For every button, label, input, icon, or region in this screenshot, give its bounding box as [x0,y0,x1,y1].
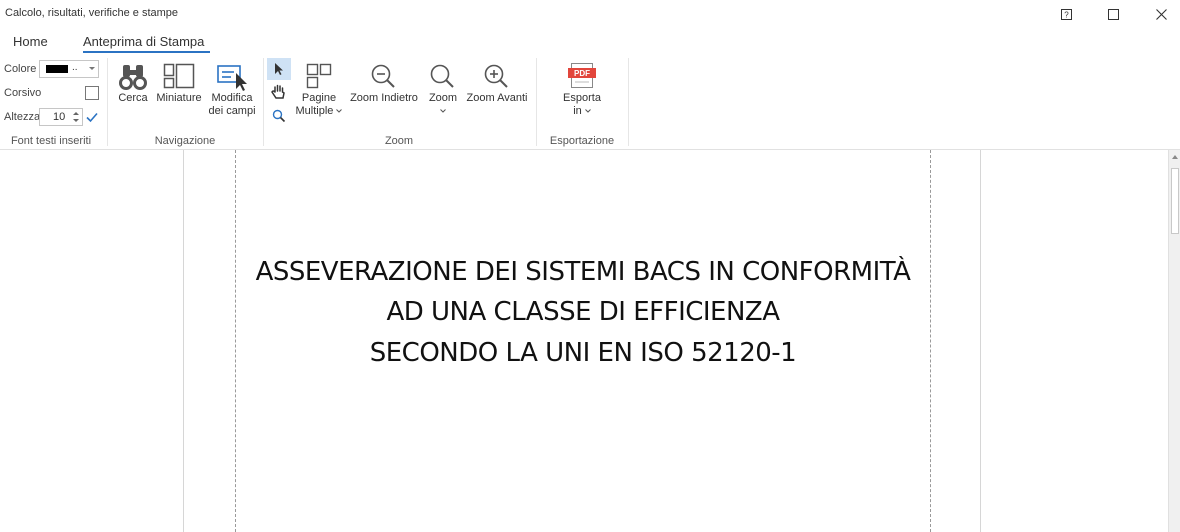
zoom-in-icon [484,64,508,88]
close-icon [1155,8,1167,20]
active-tab-indicator [83,51,210,53]
chevron-down-icon [584,109,591,113]
cerca-label: Cerca [118,92,148,104]
svg-text:?: ? [1064,10,1069,19]
zoom-avanti-button[interactable]: Zoom Avanti [465,58,529,105]
color-swatch [46,65,68,73]
right-margin-guide [930,150,931,532]
esporta-label-2: in [573,105,582,117]
title-bar: Calcolo, risultati, verifiche e stampe ? [0,0,1180,28]
color-more: .. [72,62,78,73]
multiple-pages-icon [306,63,332,89]
check-icon [86,112,98,123]
group-label-navigazione: Navigazione [154,135,216,147]
modifica-label-2: dei campi [208,105,256,117]
group-separator [107,58,108,146]
zoom-label: Zoom [428,92,458,104]
group-separator [536,58,537,146]
scroll-up-icon[interactable] [1172,155,1178,159]
help-button[interactable]: ? [1043,0,1089,28]
select-tool-button[interactable] [267,58,291,80]
esporta-in-button[interactable]: PDF Esporta in [556,58,608,118]
document-heading-line-3: SECONDO LA UNI EN ISO 52120-1 [369,338,797,368]
pagine-label-1: Pagine [301,92,337,104]
binoculars-icon [119,65,147,90]
group-label-zoom: Zoom [384,135,414,147]
edit-fields-icon [217,65,247,91]
corsivo-checkbox[interactable] [85,86,99,100]
altezza-spinner[interactable]: 10 [39,108,83,126]
pointer-icon [275,63,283,75]
group-separator [628,58,629,146]
apply-check-button[interactable] [85,110,99,124]
colore-label: Colore [4,63,37,75]
tab-anteprima-di-stampa[interactable]: Anteprima di Stampa [83,34,204,49]
miniature-button[interactable]: Miniature [155,58,203,105]
hand-tool-button[interactable] [267,81,291,103]
window-title: Calcolo, risultati, verifiche e stampe [5,7,179,19]
color-picker[interactable]: .. [39,60,99,78]
document-heading-line-2: AD UNA CLASSE DI EFFICIENZA [386,297,780,327]
ribbon: Colore .. Corsivo Altezza 10 Font testi … [0,54,1180,150]
cerca-button[interactable]: Cerca [114,58,152,105]
pagine-label-2: Multiple [295,105,334,117]
preview-page: ASSEVERAZIONE DEI SISTEMI BACS IN CONFOR… [183,150,981,532]
help-icon: ? [1060,8,1072,20]
close-button[interactable] [1138,0,1180,28]
zoom-button[interactable]: Zoom [425,58,461,118]
zoom-avanti-label: Zoom Avanti [466,92,528,104]
zoom-icon [430,64,454,88]
chevron-down-icon [336,109,343,113]
maximize-button[interactable] [1090,0,1136,28]
tab-home[interactable]: Home [13,34,48,49]
ribbon-tabs: Home Anteprima di Stampa [0,30,1180,54]
vertical-scrollbar[interactable] [1168,150,1180,532]
spin-up-icon[interactable] [73,112,79,115]
miniature-label: Miniature [156,92,202,104]
chevron-down-icon [440,109,446,113]
group-label-font: Font testi inseriti [10,135,92,147]
zoom-indietro-label: Zoom Indietro [350,92,418,104]
magnifier-small-icon [272,109,286,123]
zoom-out-icon [371,64,395,88]
pagine-multiple-button[interactable]: Pagine Multiple [292,58,346,118]
pdf-export-icon: PDF [568,63,596,88]
hand-icon [271,84,285,99]
altezza-value: 10 [53,111,66,123]
esporta-label-1: Esporta [563,92,601,104]
group-separator [263,58,264,146]
altezza-label: Altezza [4,111,41,123]
preview-canvas[interactable]: ASSEVERAZIONE DEI SISTEMI BACS IN CONFOR… [0,150,1168,532]
thumbnails-icon [163,63,195,89]
group-label-esportazione: Esportazione [549,135,615,147]
corsivo-label: Corsivo [4,87,42,99]
chevron-down-icon [89,67,95,70]
spin-down-icon[interactable] [73,119,79,122]
scroll-thumb[interactable] [1171,168,1179,234]
zoom-indietro-button[interactable]: Zoom Indietro [349,58,419,105]
modifica-campi-button[interactable]: Modifica dei campi [206,58,258,118]
maximize-icon [1107,8,1119,20]
document-heading-line-1: ASSEVERAZIONE DEI SISTEMI BACS IN CONFOR… [255,257,911,287]
modifica-label-1: Modifica [211,92,253,104]
pdf-badge-text: PDF [574,69,590,78]
zoom-tool-button[interactable] [267,105,291,127]
